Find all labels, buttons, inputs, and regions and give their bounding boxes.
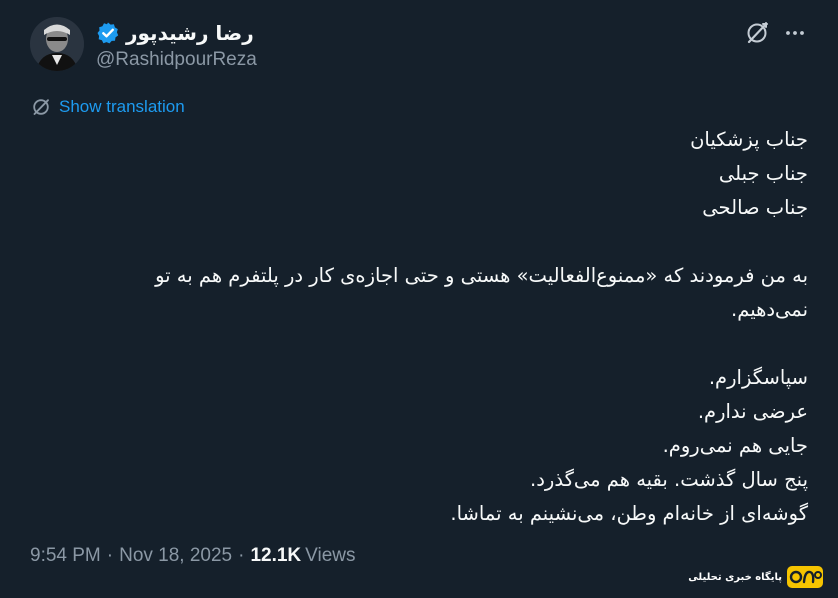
tweet-meta: 9:54 PM · Nov 18, 2025 · 12.1K Views xyxy=(30,545,356,567)
tweet-time[interactable]: 9:54 PM xyxy=(30,545,101,567)
tweet-line: جناب پزشکیان xyxy=(690,128,808,151)
watermark-logo xyxy=(786,564,824,590)
tweet-card: رضا رشیدپور @RashidpourReza Show transla… xyxy=(0,0,838,598)
author-display-name-row[interactable]: رضا رشیدپور xyxy=(96,19,254,47)
meta-separator: · xyxy=(238,545,245,566)
meta-separator: · xyxy=(106,545,114,566)
verified-badge-icon[interactable] xyxy=(96,21,120,45)
tweet-text: جناب پزشکیان جناب جبلی جناب صالحی به من … xyxy=(28,123,808,531)
author-display-name[interactable]: رضا رشیدپور xyxy=(126,21,254,45)
tweet-line: نمی‌دهیم. xyxy=(731,298,808,321)
tweet-line: به من فرمودند که «ممنوع‌الفعالیت» هستی و… xyxy=(155,264,808,287)
show-translation-label[interactable]: Show translation xyxy=(59,97,185,117)
tweet-line: جایی هم نمی‌روم. xyxy=(662,434,808,457)
views-label[interactable]: Views xyxy=(305,545,355,567)
tweet-line: جناب جبلی xyxy=(718,162,808,185)
author-handle[interactable]: @RashidpourReza xyxy=(96,49,257,71)
watermark-caption: پایگاه خبری تحلیلی xyxy=(688,571,782,583)
tweet-date[interactable]: Nov 18, 2025 xyxy=(119,545,232,567)
avatar[interactable] xyxy=(30,17,84,71)
avatar-image xyxy=(30,17,84,71)
views-count[interactable]: 12.1K xyxy=(250,545,301,567)
show-translation-button[interactable]: Show translation xyxy=(31,97,185,117)
tweet-line: جناب صالحی xyxy=(702,196,808,219)
tweet-line: پنج سال گذشت. بقیه هم می‌گذرد. xyxy=(530,468,808,491)
grok-icon[interactable] xyxy=(744,20,770,46)
tweet-line: عرضی ندارم. xyxy=(697,400,808,423)
tweet-line: گوشه‌ای از خانه‌ام وطن، می‌نشینم به تماش… xyxy=(450,502,808,525)
watermark: پایگاه خبری تحلیلی xyxy=(688,564,824,590)
grok-translate-icon xyxy=(31,97,51,117)
tweet-line: سپاسگزارم. xyxy=(708,366,808,389)
more-options-icon[interactable] xyxy=(782,20,808,46)
